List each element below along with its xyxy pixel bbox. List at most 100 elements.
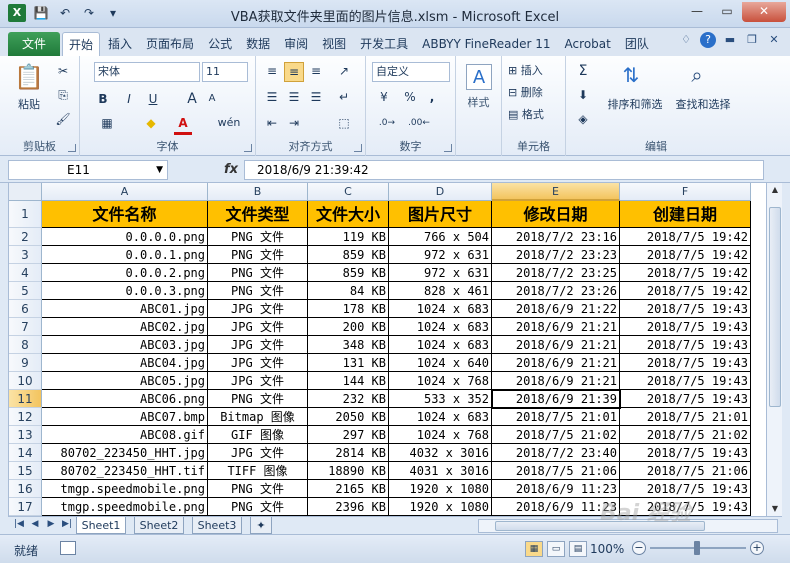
scroll-up-icon[interactable]: ▲: [767, 183, 783, 197]
sort-filter-button[interactable]: 排序和筛选: [604, 96, 666, 112]
table-cell[interactable]: 2018/7/5 21:06: [492, 462, 620, 480]
table-cell[interactable]: 1024 x 683: [389, 336, 492, 354]
tab-data[interactable]: 数据: [240, 32, 276, 56]
phonetic-button[interactable]: wén: [216, 114, 242, 132]
table-cell[interactable]: JPG 文件: [208, 336, 308, 354]
table-cell[interactable]: 0.0.0.2.png: [42, 264, 208, 282]
minimize-button[interactable]: —: [682, 2, 712, 22]
shrink-font-button[interactable]: A: [204, 90, 220, 108]
table-cell[interactable]: 4031 x 3016: [389, 462, 492, 480]
table-cell[interactable]: 859 KB: [308, 246, 389, 264]
format-cells-button[interactable]: ▤ 格式: [508, 106, 560, 122]
table-cell[interactable]: 2018/7/5 19:43: [620, 444, 751, 462]
table-cell[interactable]: 533 x 352: [389, 390, 492, 408]
table-cell[interactable]: 2018/7/5 19:43: [620, 318, 751, 336]
row-header-15[interactable]: 15: [9, 462, 42, 480]
decrease-indent-icon[interactable]: ⇤: [262, 114, 282, 132]
row-header-2[interactable]: 2: [9, 228, 42, 246]
align-right-icon[interactable]: ☰: [306, 88, 326, 106]
table-cell[interactable]: 1024 x 640: [389, 354, 492, 372]
wrap-text-icon[interactable]: ↵: [334, 88, 354, 106]
column-header-a[interactable]: A: [42, 183, 208, 201]
table-cell[interactable]: 828 x 461: [389, 282, 492, 300]
insert-cells-button[interactable]: ⊞ 插入: [508, 62, 560, 78]
table-cell[interactable]: 297 KB: [308, 426, 389, 444]
row-header-14[interactable]: 14: [9, 444, 42, 462]
table-cell[interactable]: PNG 文件: [208, 228, 308, 246]
table-cell[interactable]: 1024 x 768: [389, 426, 492, 444]
row-header-7[interactable]: 7: [9, 318, 42, 336]
table-cell[interactable]: 1920 x 1080: [389, 480, 492, 498]
table-cell[interactable]: 2018/7/2 23:16: [492, 228, 620, 246]
delete-cells-button[interactable]: ⊟ 删除: [508, 84, 560, 100]
header-cell-col-a[interactable]: 文件名称: [42, 201, 208, 228]
table-cell[interactable]: JPG 文件: [208, 444, 308, 462]
row-header-16[interactable]: 16: [9, 480, 42, 498]
sheet-tab-3[interactable]: Sheet3: [192, 517, 242, 534]
comma-style-button[interactable]: ,: [424, 88, 440, 106]
table-cell[interactable]: 2018/6/9 21:39: [492, 390, 620, 408]
sort-filter-icon[interactable]: ⇅: [616, 60, 646, 90]
clipboard-launcher-icon[interactable]: [68, 144, 76, 152]
column-header-b[interactable]: B: [208, 183, 308, 201]
row-header-3[interactable]: 3: [9, 246, 42, 264]
table-cell[interactable]: ABC08.gif: [42, 426, 208, 444]
table-cell[interactable]: Bitmap 图像: [208, 408, 308, 426]
row-header-8[interactable]: 8: [9, 336, 42, 354]
italic-button[interactable]: I: [120, 90, 138, 108]
last-sheet-icon[interactable]: ▶|: [60, 519, 74, 529]
table-cell[interactable]: 2018/7/2 23:40: [492, 444, 620, 462]
font-size-select[interactable]: 11: [202, 62, 248, 82]
table-cell[interactable]: TIFF 图像: [208, 462, 308, 480]
table-cell[interactable]: 2018/7/2 23:25: [492, 264, 620, 282]
table-cell[interactable]: 4032 x 3016: [389, 444, 492, 462]
name-box[interactable]: E11 ▼: [8, 160, 168, 180]
table-cell[interactable]: 2018/7/5 19:43: [620, 336, 751, 354]
table-cell[interactable]: 1024 x 683: [389, 300, 492, 318]
table-cell[interactable]: 119 KB: [308, 228, 389, 246]
header-cell-col-f[interactable]: 创建日期: [620, 201, 751, 228]
table-cell[interactable]: PNG 文件: [208, 498, 308, 516]
table-cell[interactable]: JPG 文件: [208, 372, 308, 390]
formula-input[interactable]: 2018/6/9 21:39:42: [244, 160, 764, 180]
tab-insert[interactable]: 插入: [102, 32, 138, 56]
table-cell[interactable]: 80702_223450_HHT.jpg: [42, 444, 208, 462]
align-top-icon[interactable]: ≡: [262, 62, 282, 80]
zoom-out-button[interactable]: −: [632, 541, 646, 555]
tab-review[interactable]: 审阅: [278, 32, 314, 56]
column-header-e[interactable]: E: [492, 183, 620, 201]
table-cell[interactable]: PNG 文件: [208, 246, 308, 264]
normal-view-icon[interactable]: ▦: [525, 541, 543, 557]
first-sheet-icon[interactable]: |◀: [12, 519, 26, 529]
table-cell[interactable]: 2018/7/5 21:01: [620, 408, 751, 426]
table-cell[interactable]: ABC07.bmp: [42, 408, 208, 426]
grow-font-button[interactable]: A: [184, 90, 200, 108]
table-cell[interactable]: 2018/6/9 21:22: [492, 300, 620, 318]
table-cell[interactable]: 2018/7/5 19:42: [620, 228, 751, 246]
autosum-icon[interactable]: Σ: [574, 62, 592, 80]
borders-icon[interactable]: ▦: [98, 114, 116, 132]
row-header-13[interactable]: 13: [9, 426, 42, 444]
format-painter-icon[interactable]: 🖌: [54, 110, 72, 128]
table-cell[interactable]: JPG 文件: [208, 354, 308, 372]
table-cell[interactable]: 0.0.0.3.png: [42, 282, 208, 300]
row-header-11[interactable]: 11: [9, 390, 42, 408]
table-cell[interactable]: 348 KB: [308, 336, 389, 354]
find-select-icon[interactable]: ⌕: [682, 60, 712, 90]
tab-abbyy[interactable]: ABBYY FineReader 11: [416, 32, 556, 56]
table-cell[interactable]: 766 x 504: [389, 228, 492, 246]
table-cell[interactable]: 2018/7/5 21:06: [620, 462, 751, 480]
font-color-icon[interactable]: A: [174, 114, 192, 135]
table-cell[interactable]: 2018/7/2 23:23: [492, 246, 620, 264]
table-cell[interactable]: 2165 KB: [308, 480, 389, 498]
row-header-10[interactable]: 10: [9, 372, 42, 390]
insert-sheet-icon[interactable]: ✦: [250, 517, 272, 534]
increase-indent-icon[interactable]: ⇥: [284, 114, 304, 132]
tab-view[interactable]: 视图: [316, 32, 352, 56]
table-cell[interactable]: 2018/7/5 19:42: [620, 282, 751, 300]
chevron-down-icon[interactable]: ▼: [156, 161, 163, 179]
clear-icon[interactable]: ◈: [574, 110, 592, 128]
zoom-in-button[interactable]: +: [750, 541, 764, 555]
spreadsheet-grid[interactable]: A B C D E F 1 文件名称 文件类型 文件大小 图片尺寸 修改日期 创建日期 2 0.0.0.0.…: [8, 183, 766, 516]
underline-button[interactable]: U: [144, 90, 162, 108]
